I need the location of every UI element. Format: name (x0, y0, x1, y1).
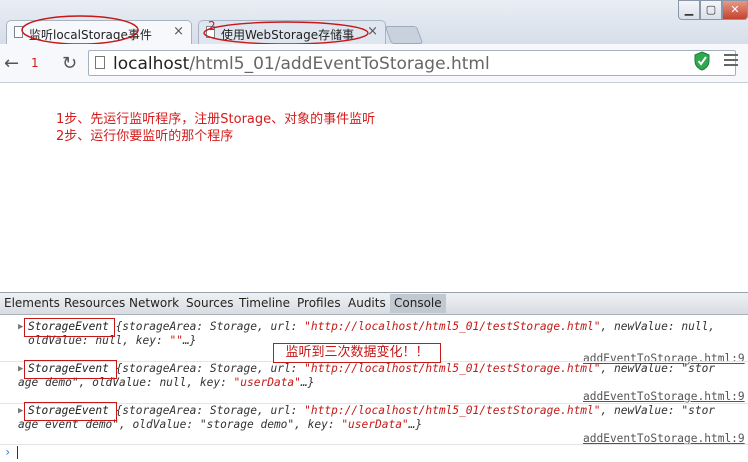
maximize-icon: ▢ (705, 3, 717, 16)
url-path: /html5_01/addEventToStorage.html (189, 54, 490, 74)
page-icon (95, 56, 105, 69)
annotation-box (24, 318, 115, 337)
event-text: {storageArea: Storage, url: (108, 362, 305, 375)
toolbar: ← ↻ localhost/html5_01/addEventToStorage… (0, 44, 748, 83)
step-mark-2: 2 (208, 19, 216, 33)
devtools-tab-network[interactable]: Network (129, 296, 179, 310)
event-text: …} (408, 418, 423, 431)
event-key: "userData" (341, 418, 409, 431)
page-icon (14, 26, 23, 38)
tab-label: 监听localStorage事件 (29, 28, 152, 42)
event-url: "http://localhost/html5_01/testStorage.h… (304, 362, 601, 375)
event-text: {storageArea: Storage, url: (108, 320, 305, 333)
devtools-tab-elements[interactable]: Elements (4, 296, 60, 310)
minimize-icon: ▁ (684, 3, 694, 16)
event-key: "" (169, 334, 183, 347)
tab-webstorage[interactable]: 使用WebStorage存储事 × (198, 20, 386, 44)
minimize-button[interactable]: ▁ (678, 0, 700, 20)
instruction-step-2: 2步、运行你要监听的那个程序 (56, 129, 234, 144)
console-input[interactable] (17, 446, 18, 459)
close-icon[interactable]: × (367, 24, 378, 39)
source-link[interactable]: addEventToStorage.html:9 (583, 390, 745, 403)
expand-triangle-icon[interactable]: ▶ (18, 406, 23, 416)
event-url: "http://localhost/html5_01/testStorage.h… (304, 404, 601, 417)
tab-label: 使用WebStorage存储事 (221, 28, 355, 42)
close-window-icon: ✕ (730, 3, 740, 16)
url-host: localhost (113, 54, 190, 74)
url-text: localhost/html5_01/addEventToStorage.htm… (113, 54, 490, 74)
devtools-tab-resources[interactable]: Resources (64, 296, 125, 310)
close-icon[interactable]: × (173, 24, 184, 39)
devtools-tab-console[interactable]: Console (390, 294, 446, 313)
event-key: "userData" (233, 376, 301, 389)
reload-button[interactable]: ↻ (62, 53, 77, 74)
devtools-tab-audits[interactable]: Audits (348, 296, 386, 310)
event-text: , newValue: "stor (600, 404, 716, 417)
event-text: , newValue: "stor (600, 362, 716, 375)
console-prompt-icon: › (4, 445, 12, 459)
annotation-box (24, 402, 117, 421)
close-window-button[interactable]: ✕ (722, 0, 748, 20)
event-text: , newValue: null, (600, 320, 716, 333)
page-content: 1步、先运行监听程序，注册Storage、对象的事件监听 2步、运行你要监听的那… (0, 83, 748, 288)
expand-triangle-icon[interactable]: ▶ (18, 364, 23, 374)
title-bar: 监听localStorage事件 × 使用WebStorage存储事 × ▁ ▢… (0, 0, 748, 44)
tab-listen-localstorage[interactable]: 监听localStorage事件 × (6, 20, 192, 44)
new-tab-button[interactable] (384, 26, 424, 44)
back-button[interactable]: ← (4, 53, 19, 74)
address-bar[interactable]: localhost/html5_01/addEventToStorage.htm… (88, 50, 736, 76)
event-text: {storageArea: Storage, url: (108, 404, 305, 417)
devtools-tab-timeline[interactable]: Timeline (239, 296, 290, 310)
devtools-tab-sources[interactable]: Sources (186, 296, 233, 310)
divider (0, 444, 748, 445)
event-url: "http://localhost/html5_01/testStorage.h… (304, 320, 601, 333)
devtools-tabbar: Elements Resources Network Sources Timel… (0, 292, 748, 315)
devtools-tab-profiles[interactable]: Profiles (297, 296, 341, 310)
menu-icon[interactable] (724, 54, 738, 70)
console-panel: ▶ StorageEvent {storageArea: Storage, ur… (0, 315, 748, 462)
maximize-button[interactable]: ▢ (700, 0, 722, 20)
step-mark-1: 1 (31, 56, 39, 70)
event-text: …} (182, 334, 197, 347)
expand-triangle-icon[interactable]: ▶ (18, 322, 23, 332)
annotation-box (24, 360, 117, 379)
event-text: …} (300, 376, 315, 389)
shield-icon[interactable] (693, 51, 711, 71)
annotation-callout: 监听到三次数据变化！！ (273, 343, 441, 363)
